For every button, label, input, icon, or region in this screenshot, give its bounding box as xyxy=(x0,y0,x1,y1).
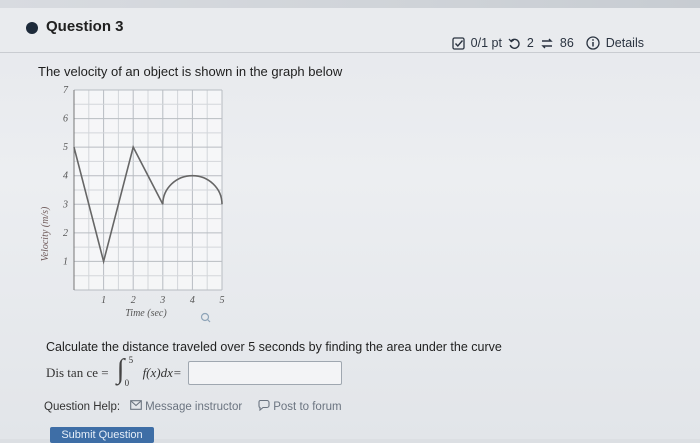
mail-icon xyxy=(130,400,142,413)
post-to-forum-link[interactable]: Post to forum xyxy=(258,399,342,414)
answer-input[interactable] xyxy=(187,361,342,385)
message-instructor-link[interactable]: Message instructor xyxy=(130,400,242,413)
score-text: 0/1 pt xyxy=(470,36,502,50)
details-info-icon[interactable] xyxy=(586,36,600,50)
distance-label: Dis tan ce = xyxy=(46,365,109,380)
retry-icon xyxy=(508,37,521,50)
forum-bubble-icon xyxy=(258,399,270,414)
x-tick-label: 4 xyxy=(190,295,195,306)
x-tick-label: 1 xyxy=(101,295,106,306)
post-to-forum-label: Post to forum xyxy=(273,400,342,413)
y-tick-label: 2 xyxy=(63,228,68,239)
integral-symbol: ∫ 5 0 xyxy=(116,354,134,388)
y-tick-label: 6 xyxy=(63,114,68,125)
y-tick-label: 4 xyxy=(63,171,68,182)
x-axis-label: Time (sec) xyxy=(125,308,167,319)
velocity-graph: 1 2 3 4 5 6 7 1 2 3 4 5 Velocity (m/s) Time (sec) xyxy=(40,85,225,323)
message-instructor-label: Message instructor xyxy=(145,400,243,413)
y-tick-label: 1 xyxy=(63,256,68,267)
x-tick-label: 2 xyxy=(131,295,136,306)
score-check-icon xyxy=(451,36,465,50)
x-tick-label: 5 xyxy=(220,295,225,306)
integrand: f(x)dx= xyxy=(142,365,182,380)
integral-lower-limit: 0 xyxy=(124,378,130,388)
question-title: Question 3 xyxy=(46,18,124,35)
y-axis-label: Velocity (m/s) xyxy=(40,206,51,261)
distance-row: Dis tan ce = ∫ 5 0 f(x)dx= xyxy=(46,354,342,388)
y-tick-label: 7 xyxy=(63,85,69,96)
page: Question 3 0/1 pt 2 86 Details The veloc… xyxy=(0,0,700,443)
question-help-label: Question Help: xyxy=(44,400,121,413)
y-tick-labels: 1 2 3 4 5 6 7 xyxy=(62,85,69,267)
attempts-count: 86 xyxy=(559,36,574,50)
question-header: Question 3 0/1 pt 2 86 Details xyxy=(0,8,700,53)
x-tick-labels: 1 2 3 4 5 xyxy=(101,295,224,306)
question-meta: 0/1 pt 2 86 Details xyxy=(451,36,644,50)
submit-question-button[interactable]: Submit Question xyxy=(50,427,154,443)
details-link[interactable]: Details xyxy=(606,36,644,50)
question-prompt: The velocity of an object is shown in th… xyxy=(38,64,343,79)
y-tick-label: 5 xyxy=(63,142,68,153)
question-status-dot xyxy=(26,22,38,34)
top-bar xyxy=(0,0,700,8)
x-tick-label: 3 xyxy=(159,295,165,306)
retries-count: 2 xyxy=(526,36,534,50)
y-tick-label: 3 xyxy=(62,199,68,210)
zoom-icon[interactable] xyxy=(200,312,211,323)
attempts-icon xyxy=(540,37,554,50)
calculate-instruction: Calculate the distance traveled over 5 s… xyxy=(46,340,502,354)
question-help-row: Question Help: Message instructor Post t… xyxy=(44,399,342,414)
integral-upper-limit: 5 xyxy=(128,355,134,365)
